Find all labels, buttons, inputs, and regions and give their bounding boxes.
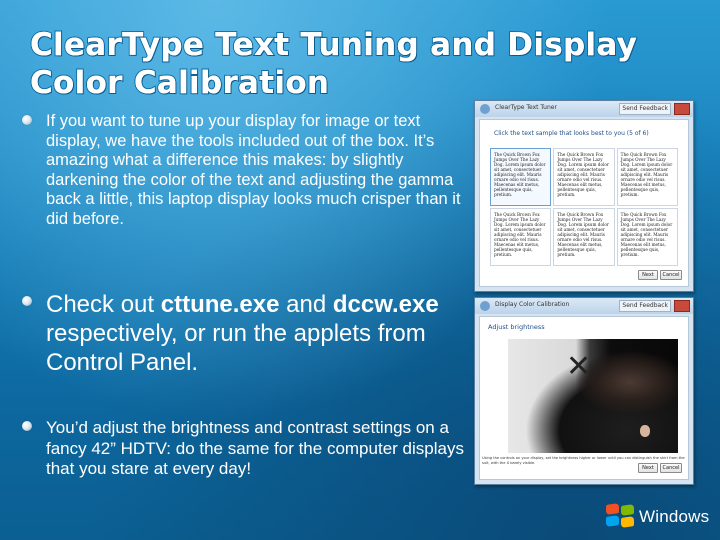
- bullet-text-3: You’d adjust the brightness and contrast…: [46, 418, 464, 478]
- cleartype-window-title: ClearType Text Tuner: [495, 104, 557, 111]
- bullet-dot-1: [22, 115, 32, 125]
- close-icon[interactable]: [674, 103, 690, 115]
- text-sample-option[interactable]: The Quick Brown Fox Jumps Over The Lazy …: [616, 148, 678, 206]
- bullet-2-suffix: respectively, or run the applets from Co…: [46, 320, 426, 376]
- slide-title: ClearType Text Tuning and Display Color …: [29, 26, 638, 102]
- calibration-titlebar: Display Color Calibration Send Feedback: [475, 298, 693, 314]
- cleartype-titlebar: ClearType Text Tuner Send Feedback: [475, 101, 693, 117]
- bullet-dot-2: [22, 296, 32, 306]
- bullet-2-mid: and: [279, 291, 333, 318]
- bullet-text-1: If you want to tune up your display for …: [46, 112, 461, 228]
- close-icon[interactable]: [674, 300, 690, 312]
- text-sample-option[interactable]: The Quick Brown Fox Jumps Over The Lazy …: [616, 208, 678, 266]
- cancel-button[interactable]: Cancel: [660, 463, 682, 473]
- cleartype-client-area: Click the text sample that looks best to…: [479, 119, 689, 287]
- bullet-2-cmd-cttune: cttune.exe: [160, 291, 280, 318]
- bullet-2-prefix: Check out: [46, 291, 161, 318]
- calibration-window-title: Display Color Calibration: [495, 301, 570, 308]
- bullet-dot-3: [22, 421, 32, 431]
- back-arrow-icon[interactable]: [480, 104, 490, 114]
- text-sample-option[interactable]: The Quick Brown Fox Jumps Over The Lazy …: [553, 148, 615, 206]
- hand-detail: [640, 425, 650, 437]
- x-mark-icon: ✕: [566, 349, 592, 384]
- slide-title-line-1: ClearType Text Tuning and Display: [29, 26, 638, 64]
- text-sample-option[interactable]: The Quick Brown Fox Jumps Over The Lazy …: [490, 148, 552, 206]
- slide-title-line-2: Color Calibration: [29, 64, 330, 102]
- brightness-sample-image: ✕: [508, 339, 678, 453]
- next-button[interactable]: Next: [638, 463, 658, 473]
- calibration-client-area: Adjust brightness ✕ Using the controls o…: [479, 316, 689, 480]
- back-arrow-icon[interactable]: [480, 301, 490, 311]
- cleartype-instruction: Click the text sample that looks best to…: [494, 130, 649, 137]
- cancel-button[interactable]: Cancel: [660, 270, 682, 280]
- send-feedback-button[interactable]: Send Feedback: [619, 300, 671, 312]
- display-calibration-window: Display Color Calibration Send Feedback …: [474, 297, 694, 485]
- bullet-text-2: Check out cttune.exe and dccw.exe respec…: [46, 290, 476, 377]
- next-button[interactable]: Next: [638, 270, 658, 280]
- windows-logo-text: Windows: [639, 507, 710, 526]
- windows-flag-icon: [606, 503, 636, 528]
- windows-logo: Windows: [606, 500, 716, 532]
- text-sample-option[interactable]: The Quick Brown Fox Jumps Over The Lazy …: [553, 208, 615, 266]
- bullet-2-cmd-dccw: dccw.exe: [332, 291, 439, 318]
- text-sample-grid: The Quick Brown Fox Jumps Over The Lazy …: [490, 148, 678, 266]
- cleartype-tuner-window: ClearType Text Tuner Send Feedback Click…: [474, 100, 694, 292]
- text-sample-option[interactable]: The Quick Brown Fox Jumps Over The Lazy …: [490, 208, 552, 266]
- send-feedback-button[interactable]: Send Feedback: [619, 103, 671, 115]
- calibration-heading: Adjust brightness: [488, 323, 545, 331]
